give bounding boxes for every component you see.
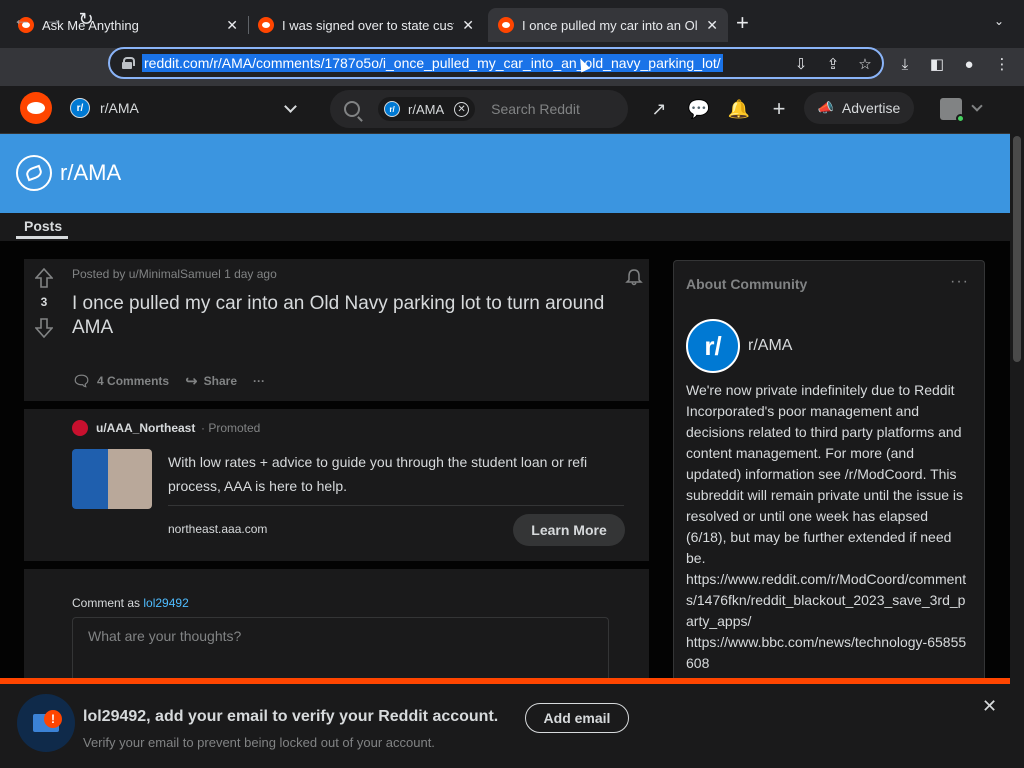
scrollbar-thumb[interactable] [1013, 136, 1021, 362]
kebab-menu-icon[interactable]: ⋮ [993, 55, 1011, 73]
community-switcher[interactable]: r/ r/AMA [70, 98, 139, 118]
community-switcher-label: r/AMA [100, 100, 139, 116]
ad-domain[interactable]: northeast.aaa.com [168, 522, 267, 536]
address-bar[interactable]: reddit.com/r/AMA/comments/1787o5o/i_once… [108, 47, 884, 79]
share-arrow-icon: ↪ [185, 373, 198, 390]
add-email-button[interactable]: Add email [525, 703, 629, 733]
install-app-icon[interactable]: ⇩ [792, 55, 810, 73]
tab-title: Ask Me Anything [42, 17, 139, 33]
about-community-heading: About Community [686, 276, 808, 292]
share-icon[interactable]: ⇪ [824, 55, 842, 73]
downvote-icon[interactable] [35, 318, 53, 338]
ad-text[interactable]: With low rates + advice to guide you thr… [168, 450, 628, 498]
search-bar[interactable]: r/ r/AMA ✕ Search Reddit [330, 90, 628, 128]
notification-bell-icon[interactable]: 🔔 [728, 98, 750, 120]
description-link[interactable]: https://www.bbc.com/news/technology-6585… [686, 632, 970, 674]
tab-posts[interactable]: Posts [24, 218, 62, 234]
email-prompt-title: lol29492, add your email to verify your … [83, 708, 499, 725]
advertise-button[interactable]: 📣 Advertise [804, 92, 914, 124]
alert-badge: ! [44, 710, 62, 728]
comments-button[interactable]: 🗨 4 Comments [72, 372, 169, 390]
create-post-icon[interactable]: + [768, 96, 790, 121]
community-description: We're now private indefinitely due to Re… [686, 380, 970, 674]
community-banner [0, 134, 1010, 213]
comment-icon: 🗨 [72, 373, 92, 390]
tab-close-icon[interactable]: ✕ [462, 17, 474, 34]
search-input[interactable]: Search Reddit [491, 101, 580, 117]
download-icon[interactable]: ⤓ [896, 55, 914, 73]
url-text[interactable]: reddit.com/r/AMA/comments/1787o5o/i_once… [142, 54, 723, 72]
email-prompt-subtitle: Verify your email to prevent being locke… [83, 735, 435, 750]
community-name[interactable]: r/AMA [748, 337, 792, 355]
profile-icon[interactable]: ● [960, 55, 978, 73]
leaf-icon [24, 164, 44, 182]
post-actions: 🗨 4 Comments ↪ Share ··· [72, 372, 281, 390]
user-avatar[interactable] [940, 98, 965, 123]
browser-tab[interactable]: I was signed over to state cust ✕ [248, 8, 484, 42]
close-icon[interactable]: ✕ [982, 696, 997, 717]
comment-username-link[interactable]: lol29492 [143, 596, 188, 610]
follow-post-bell-icon[interactable] [625, 268, 643, 286]
divider [168, 505, 624, 506]
community-tabs [0, 213, 1010, 241]
online-status-icon [956, 114, 965, 123]
subreddit-icon: r/ [384, 101, 400, 117]
reddit-favicon-icon [258, 17, 274, 33]
tab-search-chevron-icon[interactable]: ⌄ [994, 14, 1004, 28]
post-meta: Posted by u/MinimalSamuel 1 day ago [72, 267, 277, 281]
description-text: We're now private indefinitely due to Re… [686, 382, 964, 566]
active-tab-indicator [16, 236, 68, 239]
reload-icon[interactable]: ↻ [74, 7, 98, 31]
chat-icon[interactable]: 💬 [688, 98, 710, 120]
megaphone-icon: 📣 [817, 100, 834, 115]
comment-textarea[interactable] [72, 617, 609, 681]
ad-thumbnail[interactable] [72, 449, 152, 509]
subreddit-icon: r/ [70, 98, 90, 118]
forward-icon[interactable]: → [42, 7, 66, 31]
learn-more-button[interactable]: Learn More [513, 514, 625, 546]
browser-tab-active[interactable]: I once pulled my car into an Ol ✕ [488, 8, 728, 42]
search-icon [344, 101, 360, 117]
community-avatar: r/ [686, 319, 740, 373]
popular-icon[interactable]: ↗ [648, 98, 670, 120]
tab-title: I once pulled my car into an Ol [522, 17, 698, 33]
bookmark-star-icon[interactable]: ☆ [856, 55, 874, 73]
advertiser-name[interactable]: u/AAA_Northeast [96, 421, 195, 435]
comment-as-label: Comment as lol29492 [72, 596, 189, 610]
reddit-favicon-icon [498, 17, 514, 33]
comment-placeholder: What are your thoughts? [88, 628, 242, 644]
post-title[interactable]: I once pulled my car into an Old Navy pa… [72, 292, 632, 340]
side-panel-icon[interactable]: ◧ [928, 55, 946, 73]
description-link[interactable]: https://www.reddit.com/r/ModCoord/commen… [686, 569, 970, 632]
lock-icon[interactable] [122, 57, 135, 69]
back-icon[interactable]: ← [10, 7, 34, 31]
comments-label: 4 Comments [97, 374, 170, 388]
share-button[interactable]: ↪ Share [185, 372, 237, 390]
community-icon [16, 155, 52, 191]
comment-as-text: Comment as [72, 596, 141, 610]
tab-close-icon[interactable]: ✕ [226, 17, 238, 34]
upvote-icon[interactable] [35, 268, 53, 288]
clear-scope-icon[interactable]: ✕ [454, 101, 470, 117]
more-options-button[interactable]: ··· [253, 374, 265, 388]
search-scope-chip[interactable]: r/ r/AMA ✕ [378, 97, 476, 121]
promoted-label: · Promoted [201, 421, 261, 435]
advertiser-avatar[interactable] [72, 420, 88, 436]
community-title: r/AMA [60, 160, 122, 185]
share-label: Share [203, 374, 238, 388]
new-tab-button[interactable]: + [736, 12, 749, 34]
search-scope-label: r/AMA [408, 101, 445, 117]
tab-close-icon[interactable]: ✕ [706, 17, 718, 34]
vote-count: 3 [40, 295, 48, 309]
about-more-options-icon[interactable]: ··· [950, 273, 969, 291]
tab-title: I was signed over to state cust [282, 17, 455, 33]
reddit-logo-icon[interactable] [20, 92, 52, 124]
advertise-label: Advertise [841, 100, 901, 116]
